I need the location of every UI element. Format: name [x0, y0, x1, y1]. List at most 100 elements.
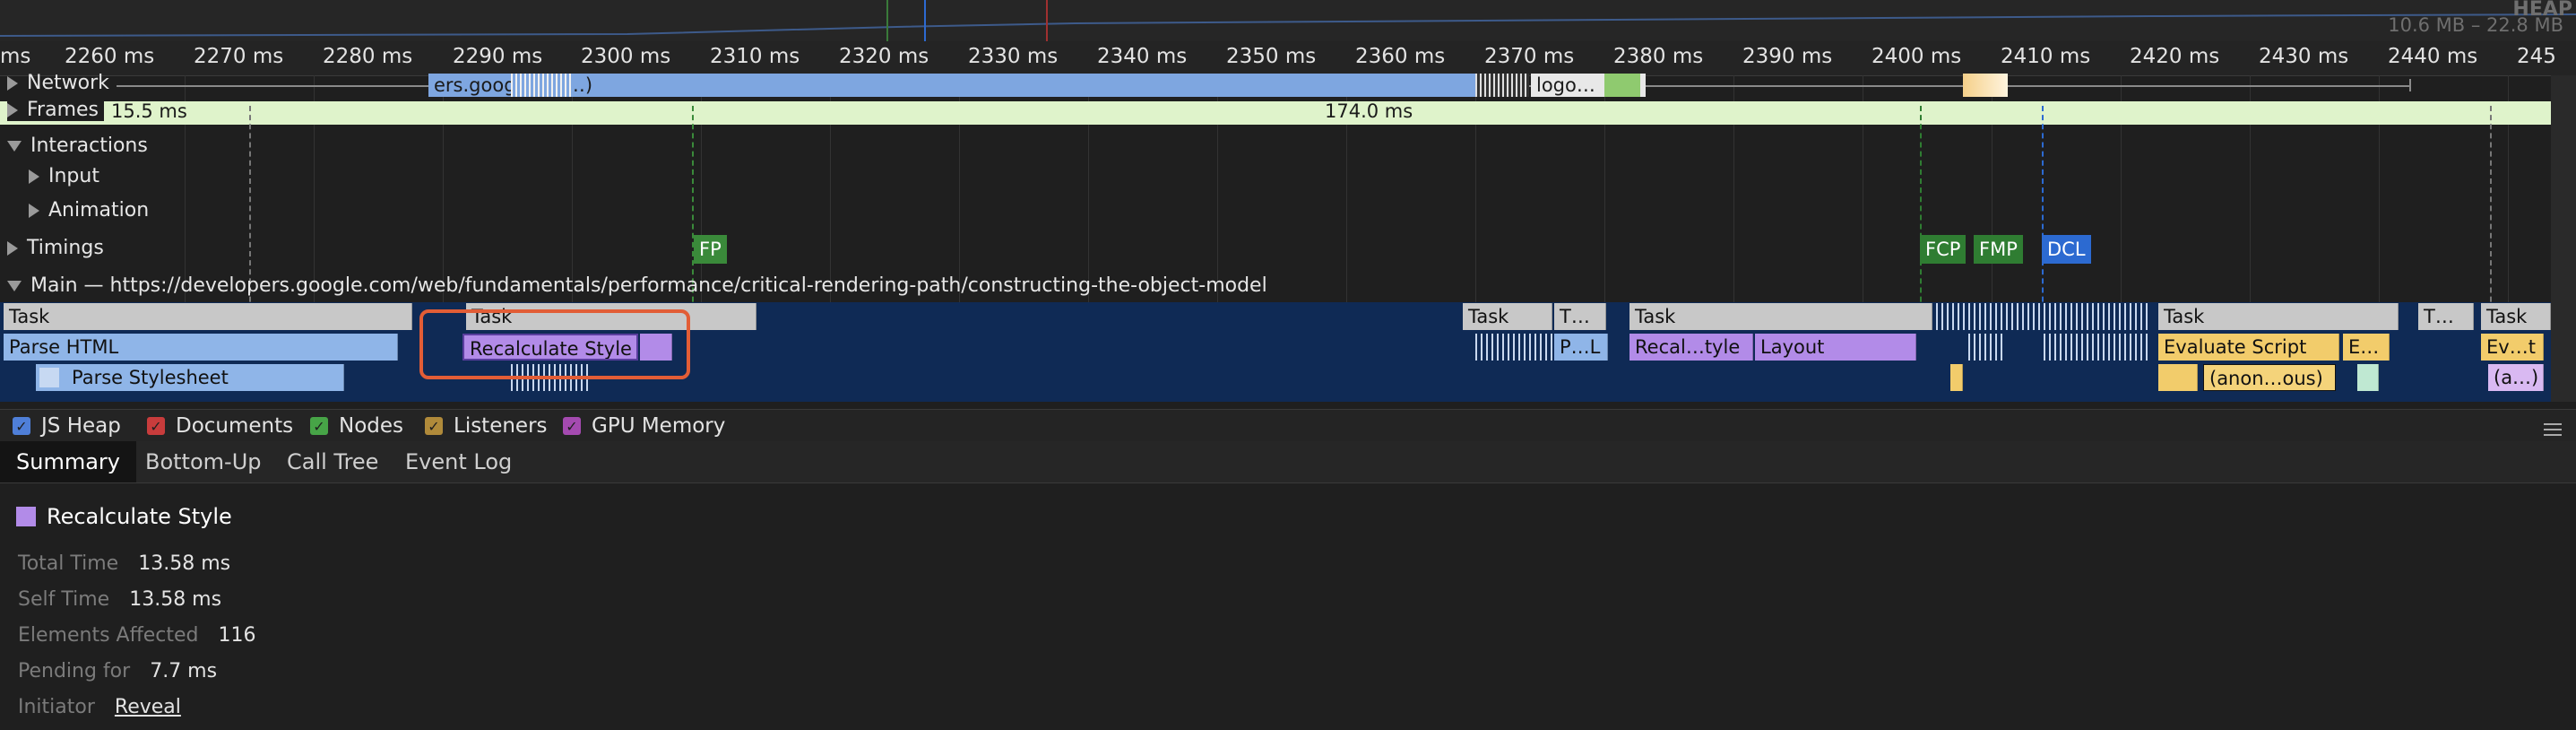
tab-event-log[interactable]: Event Log: [389, 441, 528, 482]
network-request-bar[interactable]: ers.goog… (m…): [428, 74, 1479, 97]
ruler-tick: 245: [2517, 45, 2556, 68]
expand-arrow-icon: [29, 204, 39, 218]
ruler-tick: 2350 ms: [1226, 45, 1317, 68]
overview-strip[interactable]: HEAP 10.6 MB – 22.8 MB: [0, 0, 2576, 41]
ruler-tick: 2270 ms: [194, 45, 284, 68]
fp-marker[interactable]: FP: [694, 235, 727, 264]
ruler-tick: 2310 ms: [710, 45, 800, 68]
flame-slivers: [1968, 334, 2004, 361]
summary-value: 13.58 ms: [129, 588, 222, 611]
track-frames-label: Frames: [27, 99, 99, 121]
tab-call-tree[interactable]: Call Tree: [271, 441, 394, 482]
js-heap-label: JS Heap: [41, 414, 121, 438]
flame-evaluate-script[interactable]: Evaluate Script: [2158, 334, 2339, 361]
track-main[interactable]: Main — https://developers.google.com/web…: [7, 274, 1267, 297]
track-interactions[interactable]: Interactions: [7, 135, 148, 157]
heap-range: 10.6 MB – 22.8 MB: [2388, 14, 2563, 36]
hamburger-menu-icon[interactable]: [2544, 420, 2562, 439]
reveal-link[interactable]: Reveal: [115, 696, 181, 718]
track-interactions-label: Interactions: [30, 135, 148, 157]
frames-bar[interactable]: [0, 101, 2551, 125]
network-request-segment: [1604, 74, 1640, 97]
flame-sliver[interactable]: [2357, 364, 2379, 391]
flame-parse-stylesheet-label: Parse Stylesheet: [72, 367, 229, 388]
track-frames[interactable]: Frames: [7, 99, 105, 121]
nodes-checkbox[interactable]: ✓ Nodes: [310, 414, 403, 438]
track-network-label: Network: [27, 72, 109, 94]
flame-task[interactable]: Task: [2481, 303, 2551, 330]
checkmark-icon: ✓: [13, 417, 30, 435]
overview-graph: [0, 0, 2576, 41]
flame-slivers: [2044, 334, 2151, 361]
flame-parse[interactable]: P…L: [1554, 334, 1608, 361]
flame-task[interactable]: Task: [2158, 303, 2399, 330]
flame-evaluate-script[interactable]: Ev…t: [2481, 334, 2544, 361]
ruler-tick: 2340 ms: [1097, 45, 1188, 68]
collapse-arrow-icon: [7, 141, 22, 152]
frame-duration: 174.0 ms: [1325, 100, 1413, 122]
track-animation[interactable]: Animation: [29, 199, 149, 222]
selection-highlight: [419, 309, 690, 379]
track-network[interactable]: Network: [7, 72, 109, 94]
flame-task[interactable]: T…: [2418, 303, 2474, 330]
ruler-tick: 2440 ms: [2388, 45, 2478, 68]
category-swatch: [16, 507, 36, 526]
documents-checkbox[interactable]: ✓ Documents: [147, 414, 293, 438]
flame-anonymous[interactable]: (a…): [2488, 364, 2544, 391]
ruler-tick: 2390 ms: [1742, 45, 1833, 68]
flame-task[interactable]: T…: [1554, 303, 1606, 330]
tab-bottom-up[interactable]: Bottom-Up: [129, 441, 278, 482]
flame-task-slivers: [1936, 303, 2151, 330]
ruler-tick: 2290 ms: [453, 45, 543, 68]
tab-summary[interactable]: Summary: [0, 441, 136, 482]
flame-anonymous[interactable]: (anon…ous): [2203, 364, 2336, 391]
ruler-tick: 2400 ms: [1871, 45, 1962, 68]
flame-parse-html[interactable]: Parse HTML: [4, 334, 398, 361]
vertical-scrollbar[interactable]: [2551, 75, 2576, 402]
summary-value: 13.58 ms: [138, 552, 231, 575]
summary-value: 7.7 ms: [150, 660, 218, 682]
expand-arrow-icon: [7, 241, 18, 256]
flame-evaluate-script[interactable]: E…: [2343, 334, 2390, 361]
summary-key: Pending for: [18, 660, 131, 682]
flame-task[interactable]: Task: [1463, 303, 1552, 330]
flame-recalculate-style[interactable]: Recal…tyle: [1629, 334, 1753, 361]
listeners-checkbox[interactable]: ✓ Listeners: [425, 414, 548, 438]
nodes-label: Nodes: [339, 414, 404, 438]
summary-row: Elements Affected 116: [18, 624, 256, 647]
flame-layout[interactable]: Layout: [1755, 334, 1916, 361]
flame-script-sliver[interactable]: [1950, 364, 1963, 391]
flame-task[interactable]: Task: [4, 303, 412, 330]
fcp-marker[interactable]: FCP: [1920, 235, 1967, 264]
ruler-tick: 2430 ms: [2259, 45, 2349, 68]
listeners-label: Listeners: [454, 414, 548, 438]
network-request-stripes: [511, 74, 574, 97]
summary-row: Pending for 7.7 ms: [18, 660, 217, 682]
fmp-marker[interactable]: FMP: [1974, 235, 2023, 264]
summary-key: Self Time: [18, 588, 110, 611]
ruler-tick: 2300 ms: [581, 45, 671, 68]
flame-task[interactable]: Task: [1629, 303, 1932, 330]
checkmark-icon: ✓: [563, 417, 581, 435]
ruler-tick: 2260 ms: [65, 45, 155, 68]
documents-label: Documents: [176, 414, 294, 438]
ruler-tick: 2360 ms: [1355, 45, 1446, 68]
flame-sliver: [39, 368, 59, 387]
track-input[interactable]: Input: [29, 165, 99, 187]
js-heap-checkbox[interactable]: ✓ JS Heap: [13, 414, 121, 438]
flame-script-sliver[interactable]: [2158, 364, 2198, 391]
collapse-arrow-icon: [7, 281, 22, 291]
track-timings[interactable]: Timings: [7, 237, 104, 259]
summary-row: Initiator Reveal: [18, 696, 181, 718]
expand-arrow-icon: [29, 169, 39, 184]
gpu-memory-checkbox[interactable]: ✓ GPU Memory: [563, 414, 725, 438]
dcl-marker[interactable]: DCL: [2042, 235, 2091, 264]
expand-arrow-icon: [7, 103, 18, 117]
ruler-tick: 2320 ms: [839, 45, 929, 68]
ruler-tick: 2410 ms: [2001, 45, 2091, 68]
network-request-bar[interactable]: [1963, 74, 2008, 97]
summary-row: Self Time 13.58 ms: [18, 588, 221, 611]
summary-value: 116: [218, 624, 256, 647]
flame-parse-stylesheet[interactable]: Parse Stylesheet: [36, 364, 344, 391]
track-animation-label: Animation: [48, 199, 150, 222]
